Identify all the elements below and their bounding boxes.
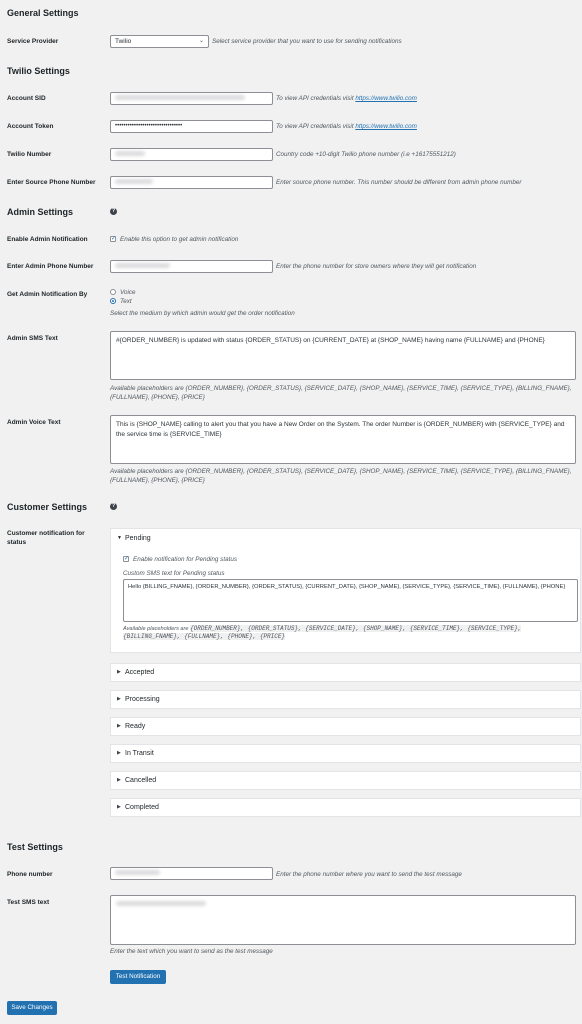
- account-token-label: Account Token: [7, 123, 54, 130]
- account-sid-input[interactable]: [110, 92, 273, 105]
- admin-sms-help-line2: {FULLNAME}, {PHONE}, {PRICE}: [110, 394, 205, 401]
- status-accepted[interactable]: ▶ Accepted: [110, 663, 581, 682]
- account-token-input[interactable]: ••••••••••••••••••••••••••••••••: [110, 120, 273, 133]
- test-sms-label: Test SMS text: [7, 899, 50, 906]
- status-processing[interactable]: ▶ Processing: [110, 690, 581, 709]
- chevron-down-icon: ⌄: [198, 38, 204, 44]
- admin-settings-heading: Admin Settings: [7, 207, 74, 217]
- admin-phone-label: Enter Admin Phone Number: [7, 263, 94, 270]
- voice-radio[interactable]: [110, 289, 116, 295]
- test-notification-button[interactable]: Test Notification: [110, 970, 166, 984]
- test-settings-heading: Test Settings: [7, 842, 63, 852]
- twilio-link[interactable]: https://www.twilio.com: [355, 123, 417, 130]
- admin-voice-textarea[interactable]: This is {SHOP_NAME} calling to alert you…: [110, 415, 576, 464]
- notify-by-label: Get Admin Notification By: [7, 291, 88, 298]
- customer-notification-label-line2: status: [7, 539, 27, 546]
- status-completed[interactable]: ▶ Completed: [110, 798, 581, 817]
- account-sid-desc: To view API credentials visit https://ww…: [276, 95, 417, 102]
- service-provider-value: Twilio: [115, 38, 132, 45]
- help-icon[interactable]: ?: [110, 208, 117, 215]
- text-option-label: Text: [120, 298, 132, 305]
- admin-voice-label: Admin Voice Text: [7, 419, 61, 426]
- customer-settings-heading: Customer Settings: [7, 502, 88, 512]
- chevron-right-icon: ▶: [117, 723, 121, 729]
- status-label: Completed: [125, 804, 159, 811]
- pending-custom-label: Custom SMS text for Pending status: [123, 570, 225, 577]
- test-phone-desc: Enter the phone number where you want to…: [276, 871, 462, 878]
- service-provider-label: Service Provider: [7, 38, 59, 45]
- chevron-right-icon: ▶: [117, 696, 121, 702]
- enable-admin-desc: Enable this option to get admin notifica…: [120, 236, 239, 243]
- pending-help-code2: {BILLING_FNAME}, {FULLNAME}, {PHONE}, {P…: [123, 633, 286, 640]
- account-token-desc: To view API credentials visit https://ww…: [276, 123, 417, 130]
- status-label: Accepted: [125, 669, 155, 676]
- pending-help-prefix: Available placeholders are: [123, 626, 189, 632]
- chevron-right-icon: ▶: [117, 804, 121, 810]
- chevron-down-icon: ▼: [117, 535, 122, 541]
- admin-phone-desc: Enter the phone number for store owners …: [276, 263, 477, 270]
- source-phone-desc: Enter source phone number. This number s…: [276, 179, 522, 186]
- enable-admin-checkbox[interactable]: ✓: [110, 236, 116, 242]
- test-phone-label: Phone number: [7, 871, 53, 878]
- voice-option-label: Voice: [120, 289, 136, 296]
- status-ready[interactable]: ▶ Ready: [110, 717, 581, 736]
- text-radio[interactable]: [110, 298, 116, 304]
- status-label: Cancelled: [125, 777, 157, 784]
- status-cancelled[interactable]: ▶ Cancelled: [110, 771, 581, 790]
- admin-sms-help-line1: Available placeholders are {ORDER_NUMBER…: [110, 385, 572, 392]
- customer-notification-label-line1: Customer notification for: [7, 530, 85, 537]
- test-sms-desc: Enter the text which you want to send as…: [110, 948, 273, 955]
- chevron-right-icon: ▶: [117, 669, 121, 675]
- admin-voice-help-line2: {FULLNAME}, {PHONE}, {PRICE}: [110, 477, 205, 484]
- pending-help-line1: Available placeholders are {ORDER_NUMBER…: [123, 625, 522, 632]
- twilio-number-label: Twilio Number: [7, 151, 52, 158]
- status-label: In Transit: [125, 750, 154, 757]
- pending-header[interactable]: ▼ Pending: [111, 529, 580, 548]
- twilio-link[interactable]: https://www.twilio.com: [355, 95, 417, 102]
- account-sid-desc-text: To view API credentials visit: [276, 95, 354, 102]
- source-phone-label: Enter Source Phone Number: [7, 179, 96, 186]
- chevron-right-icon: ▶: [117, 750, 121, 756]
- chevron-right-icon: ▶: [117, 777, 121, 783]
- status-in-transit[interactable]: ▶ In Transit: [110, 744, 581, 763]
- pending-enable-checkbox[interactable]: ✓: [123, 556, 129, 562]
- account-sid-label: Account SID: [7, 95, 46, 102]
- pending-help-line2: {BILLING_FNAME}, {FULLNAME}, {PHONE}, {P…: [123, 633, 286, 640]
- status-label: Processing: [125, 696, 160, 703]
- help-icon[interactable]: ?: [110, 503, 117, 510]
- admin-voice-help-line1: Available placeholders are {ORDER_NUMBER…: [110, 468, 572, 475]
- pending-sms-textarea[interactable]: Hello {BILLING_FNAME}, {ORDER_NUMBER}, {…: [123, 579, 578, 622]
- enable-admin-label: Enable Admin Notification: [7, 236, 88, 243]
- account-token-desc-text: To view API credentials visit: [276, 123, 354, 130]
- twilio-number-input[interactable]: [110, 148, 273, 161]
- notify-by-desc: Select the medium by which admin would g…: [110, 310, 295, 317]
- save-changes-button[interactable]: Save Changes: [7, 1001, 57, 1015]
- status-label: Ready: [125, 723, 146, 730]
- test-sms-textarea[interactable]: [110, 895, 576, 945]
- test-phone-input[interactable]: [110, 867, 273, 880]
- admin-sms-textarea[interactable]: #{ORDER_NUMBER} is updated with status {…: [110, 331, 576, 380]
- pending-enable-label: Enable notification for Pending status: [133, 556, 237, 563]
- pending-panel: ▼ Pending ✓ Enable notification for Pend…: [110, 528, 581, 653]
- admin-phone-input[interactable]: [110, 260, 273, 273]
- source-phone-input[interactable]: [110, 176, 273, 189]
- service-provider-select[interactable]: Twilio ⌄: [110, 35, 209, 48]
- admin-sms-label: Admin SMS Text: [7, 335, 58, 342]
- twilio-settings-heading: Twilio Settings: [7, 66, 70, 76]
- service-provider-desc: Select service provider that you want to…: [212, 38, 402, 45]
- pending-help-code1: {ORDER_NUMBER}, {ORDER_STATUS}, {SERVICE…: [190, 625, 522, 632]
- general-settings-heading: General Settings: [7, 8, 79, 18]
- pending-title: Pending: [125, 535, 151, 542]
- twilio-number-desc: Country code +10-digit Twilio phone numb…: [276, 151, 456, 158]
